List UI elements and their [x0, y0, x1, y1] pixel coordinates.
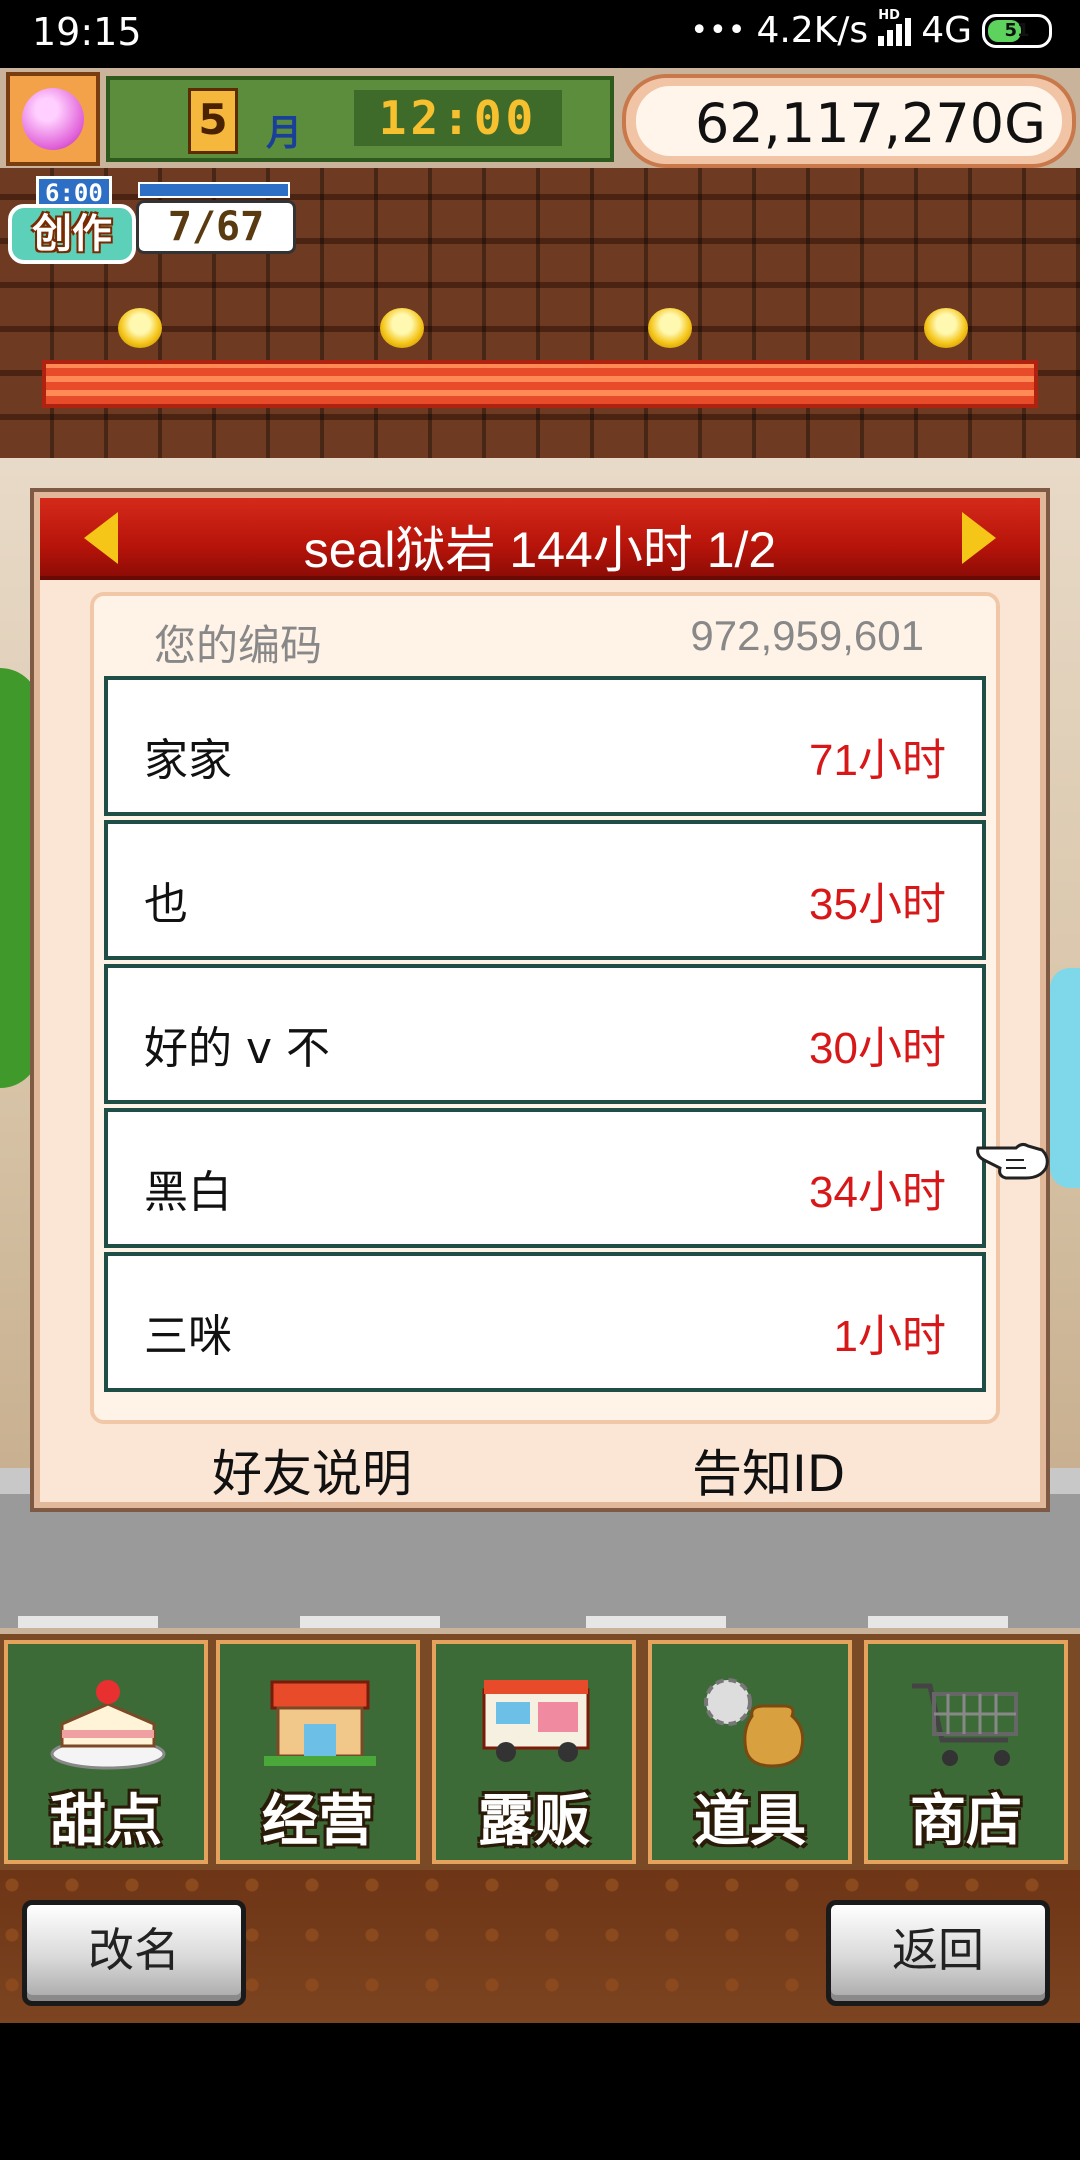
friend-name: 三咪 — [144, 1311, 232, 1362]
dialog-title: seal狱岩 144小时 1/2 — [303, 522, 777, 578]
shop-icon — [264, 1680, 376, 1766]
status-time: 19:15 — [32, 10, 142, 54]
status-right: ••• 4.2K/s HD 4G 51 — [690, 8, 1052, 51]
currency-symbol: G — [1004, 92, 1046, 155]
lamp-icon — [118, 308, 162, 348]
signal-icon: HD — [878, 8, 912, 46]
friend-list-panel: 您的编码 972,959,601 家家 71小时 也 35小时 好的 v 不 3… — [90, 592, 1000, 1424]
friend-dialog: seal狱岩 144小时 1/2 您的编码 972,959,601 家家 71小… — [34, 492, 1049, 1508]
back-button[interactable]: 返回 — [826, 1900, 1050, 2006]
friend-row[interactable]: 家家 71小时 — [104, 676, 986, 816]
your-code-label: 您的编码 — [154, 621, 323, 670]
pointer-hand-icon — [976, 1142, 1049, 1180]
status-dots: ••• — [690, 13, 747, 48]
awning — [42, 360, 1038, 408]
item-bag-icon — [704, 1678, 805, 1768]
game-scene: 5 月 12:00 62,117,270G 6:00 创作 7/67 seal狱… — [0, 68, 1080, 2023]
friend-name: 也 — [144, 879, 188, 930]
status-bar: 19:15 ••• 4.2K/s HD 4G 51 — [0, 0, 1080, 68]
friend-name: 黑白 — [144, 1167, 232, 1218]
create-progress — [138, 182, 290, 198]
friend-row[interactable]: 也 35小时 — [104, 820, 986, 960]
friend-hours: 34小时 — [809, 1168, 946, 1217]
friend-hours: 35小时 — [809, 880, 946, 929]
dialog-footer: 好友说明 告知ID — [40, 1428, 1040, 1503]
menu-label: 甜点 — [50, 1789, 162, 1854]
friend-row[interactable]: 黑白 34小时 — [104, 1108, 986, 1248]
friend-name: 家家 — [144, 735, 232, 786]
date-panel: 5 月 12:00 — [106, 76, 614, 162]
friend-hours: 1小时 — [833, 1312, 946, 1361]
game-clock: 12:00 — [354, 90, 562, 146]
menu-label: 露贩 — [478, 1789, 590, 1854]
money-value: 62,117,270 — [694, 92, 1005, 155]
menu-manage[interactable]: 经营 — [216, 1640, 420, 1864]
rename-button[interactable]: 改名 — [22, 1900, 246, 2006]
money-panel: 62,117,270G — [622, 74, 1076, 168]
menu-food-truck[interactable]: 露贩 — [432, 1640, 636, 1864]
menu-label: 商店 — [910, 1789, 1022, 1854]
lamp-icon — [380, 308, 424, 348]
lamp-icon — [924, 308, 968, 348]
battery-icon: 51 — [982, 13, 1052, 48]
next-page-arrow-icon[interactable] — [962, 512, 996, 564]
friend-help-button[interactable]: 好友说明 — [212, 1434, 412, 1506]
create-count: 7/67 — [136, 200, 296, 254]
create-badge[interactable]: 6:00 创作 7/67 — [6, 176, 296, 268]
friend-hours: 71小时 — [809, 736, 946, 785]
battery-level: 51 — [1004, 20, 1030, 41]
create-label: 创作 — [8, 204, 136, 264]
cart-icon — [912, 1683, 1018, 1766]
friend-name: 好的 v 不 — [144, 1023, 331, 1074]
dialog-header: seal狱岩 144小时 1/2 — [40, 498, 1040, 580]
main-menu: 甜点 经营 露贩 道具 商店 — [0, 1634, 1080, 1870]
food-truck-icon — [482, 1680, 590, 1762]
menu-label: 经营 — [262, 1789, 374, 1854]
friend-list: 家家 71小时 也 35小时 好的 v 不 30小时 黑白 34小时 三咪 1小… — [104, 676, 986, 1396]
menu-store[interactable]: 商店 — [864, 1640, 1068, 1864]
share-id-button[interactable]: 告知ID — [692, 1434, 845, 1506]
window-decoration — [1050, 968, 1080, 1188]
your-code-value: 972,959,601 — [690, 612, 924, 659]
friend-hours: 30小时 — [809, 1024, 946, 1073]
your-code-row: 您的编码 972,959,601 — [94, 596, 996, 670]
month-label: 月 — [266, 113, 303, 154]
cake-icon — [50, 1680, 166, 1770]
network-type: 4G — [921, 10, 972, 51]
menu-dessert[interactable]: 甜点 — [4, 1640, 208, 1864]
friend-row[interactable]: 好的 v 不 30小时 — [104, 964, 986, 1104]
flower-icon[interactable] — [6, 72, 100, 166]
hd-label: HD — [878, 7, 900, 23]
network-speed: 4.2K/s — [756, 10, 869, 51]
friend-row[interactable]: 三咪 1小时 — [104, 1252, 986, 1392]
money-display: 62,117,270G — [695, 92, 1046, 155]
month-number: 5 — [188, 88, 238, 154]
lamp-icon — [648, 308, 692, 348]
menu-label: 道具 — [694, 1789, 806, 1854]
menu-items[interactable]: 道具 — [648, 1640, 852, 1864]
bottom-bar: 改名 返回 — [0, 1870, 1080, 2023]
